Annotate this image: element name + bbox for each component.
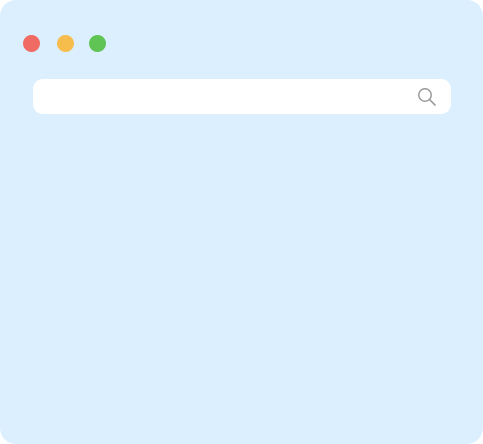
search-icon[interactable] <box>416 86 438 108</box>
content-area <box>0 124 483 444</box>
search-input[interactable] <box>47 79 413 114</box>
minimize-window-button[interactable] <box>57 35 74 52</box>
close-window-button[interactable] <box>23 35 40 52</box>
search-bar[interactable] <box>33 79 451 114</box>
browser-window <box>0 0 483 444</box>
title-bar <box>0 0 483 70</box>
maximize-window-button[interactable] <box>89 35 106 52</box>
